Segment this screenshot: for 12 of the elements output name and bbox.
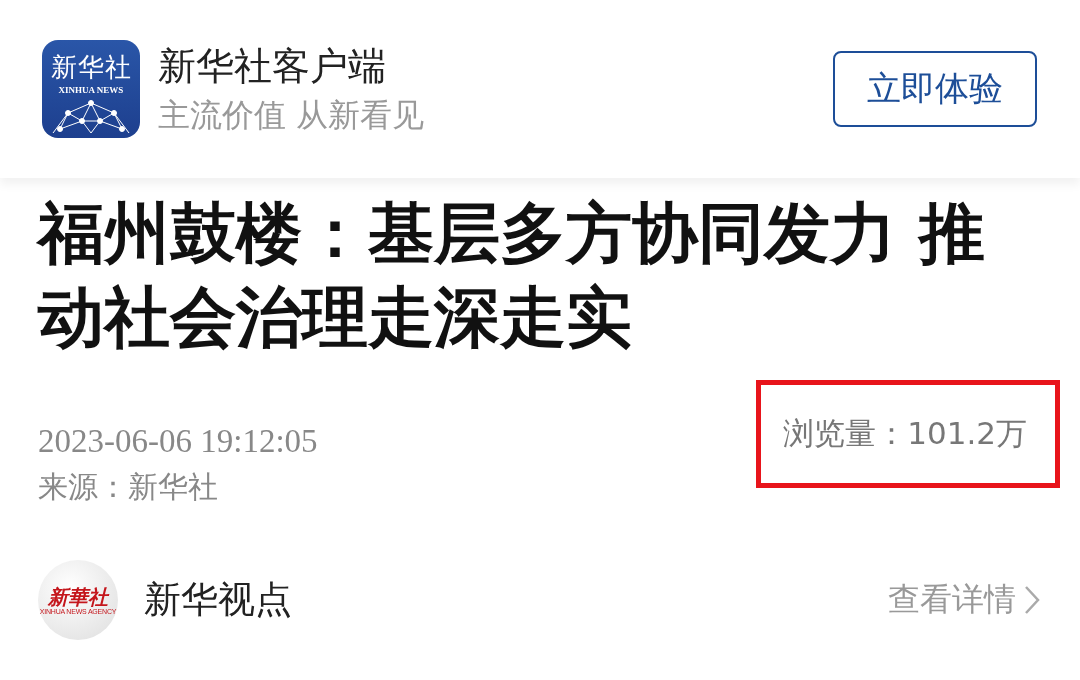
app-name: 新华社客户端 [158, 43, 387, 89]
article-title: 福州鼓楼：基层多方协同发力 推动社会治理走深走实 [38, 194, 986, 358]
author-name: 新华视点 [144, 577, 293, 623]
try-now-button[interactable]: 立即体验 [833, 51, 1037, 127]
avatar-text: 新華社 [48, 585, 108, 608]
view-count: 浏览量：101.2万 [756, 380, 1060, 488]
logo-subtext: XINHUA NEWS [58, 85, 124, 95]
app-slogan: 主流价值 从新看见 [158, 95, 426, 135]
article-source: 来源：新华社 [38, 468, 219, 506]
chevron-right-icon [1024, 585, 1040, 615]
logo-text: 新华社 [50, 52, 132, 82]
publish-date: 2023-06-06 19:12:05 [38, 422, 318, 461]
